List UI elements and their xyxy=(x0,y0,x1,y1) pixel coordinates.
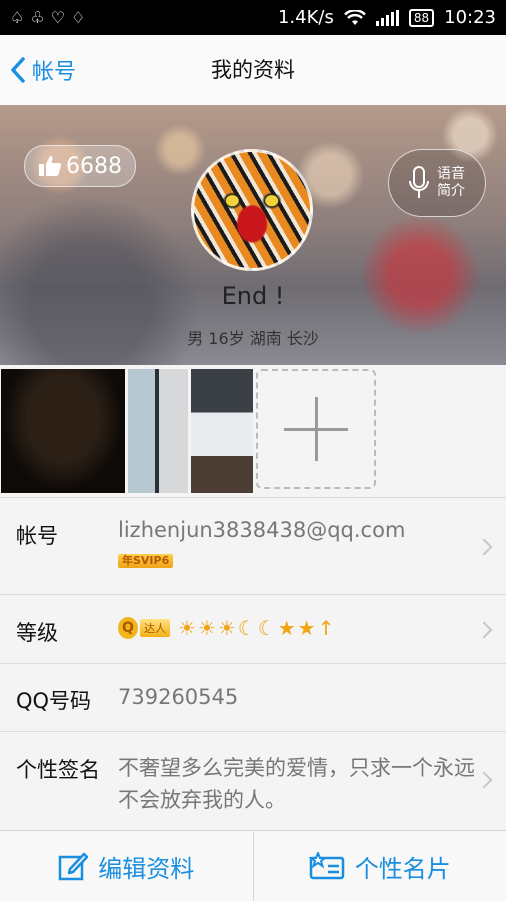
bottom-bar: 编辑资料 个性名片 xyxy=(0,830,506,901)
back-button[interactable]: 帐号 xyxy=(10,35,76,105)
nickname: End ! xyxy=(0,282,506,310)
photo-thumbnail[interactable] xyxy=(1,369,125,493)
sun-icon: ☀ xyxy=(198,615,216,641)
moon-icon: ☾ xyxy=(238,615,256,641)
avatar[interactable] xyxy=(191,149,313,271)
qq-number-label: QQ号码 xyxy=(16,685,91,715)
level-badge: Q 达人 xyxy=(118,617,170,639)
network-speed: 1.4K/s xyxy=(278,7,334,28)
profile-banner[interactable]: 6688 语音 简介 End ! 男 16岁 湖南 长沙 xyxy=(0,105,506,365)
star-icon: ★ xyxy=(298,615,316,641)
battery-icon: 88 xyxy=(409,9,434,27)
thumbs-up-icon xyxy=(38,155,62,177)
profile-card-button[interactable]: 个性名片 xyxy=(253,831,506,901)
heart-icon: ♡ xyxy=(51,8,65,27)
edit-profile-button[interactable]: 编辑资料 xyxy=(0,831,253,901)
chevron-left-icon xyxy=(10,56,26,84)
card-icon xyxy=(309,852,345,880)
wifi-icon xyxy=(344,10,366,26)
back-label: 帐号 xyxy=(32,54,76,86)
account-label: 帐号 xyxy=(16,520,58,550)
chevron-right-icon xyxy=(476,622,493,639)
moon-icon: ☾ xyxy=(258,615,276,641)
daren-badge: 达人 xyxy=(140,619,170,637)
club-icon: ♧ xyxy=(30,8,44,27)
voice-intro-button[interactable]: 语音 简介 xyxy=(388,149,486,217)
photo-thumbnail[interactable] xyxy=(128,369,188,493)
nav-bar: 我的资料 帐号 xyxy=(0,35,506,106)
profile-card-label: 个性名片 xyxy=(355,849,451,884)
account-value: lizhenjun3838438@qq.com xyxy=(118,518,405,542)
sun-icon: ☀ xyxy=(178,615,196,641)
qq-number-row: QQ号码 739260545 xyxy=(0,663,506,732)
like-button[interactable]: 6688 xyxy=(24,145,136,187)
photo-strip xyxy=(0,365,506,497)
status-bar: ♤ ♧ ♡ ♢ 1.4K/s 88 10:23 xyxy=(0,0,506,35)
qq-number-value: 739260545 xyxy=(118,685,238,709)
microphone-icon xyxy=(409,166,429,200)
signature-label: 个性签名 xyxy=(16,754,100,784)
level-label: 等级 xyxy=(16,617,58,647)
star-icon: ★ xyxy=(278,615,296,641)
level-icons: ☀ ☀ ☀ ☾ ☾ ★ ★ ↑ xyxy=(178,615,334,641)
signature-value: 不奢望多么完美的爱情，只求一个永远不会放弃我的人。 xyxy=(118,752,483,816)
svip-badge: 年SVIP6 xyxy=(118,554,173,568)
add-photo-button[interactable] xyxy=(256,369,376,489)
profile-meta: 男 16岁 湖南 长沙 xyxy=(0,325,506,349)
edit-profile-label: 编辑资料 xyxy=(98,849,194,884)
arrow-up-icon: ↑ xyxy=(318,615,335,641)
edit-icon xyxy=(58,851,88,881)
sun-icon: ☀ xyxy=(218,615,236,641)
voice-label-2: 简介 xyxy=(437,183,465,200)
notification-icons: ♤ ♧ ♡ ♢ xyxy=(10,8,85,27)
photo-thumbnail[interactable] xyxy=(191,369,253,493)
voice-label-1: 语音 xyxy=(437,166,465,183)
spade-icon: ♤ xyxy=(10,8,24,27)
qq-crown-icon: Q xyxy=(118,617,138,639)
clock: 10:23 xyxy=(444,7,496,28)
signal-icon xyxy=(376,10,399,26)
chevron-right-icon xyxy=(476,539,493,556)
like-count: 6688 xyxy=(66,154,122,179)
plus-icon xyxy=(284,397,348,461)
level-row[interactable]: 等级 Q 达人 ☀ ☀ ☀ ☾ ☾ ★ ★ ↑ xyxy=(0,594,506,664)
signature-row[interactable]: 个性签名 不奢望多么完美的爱情，只求一个永远不会放弃我的人。 xyxy=(0,731,506,831)
diamond-icon: ♢ xyxy=(71,8,85,27)
account-row[interactable]: 帐号 lizhenjun3838438@qq.com 年SVIP6 xyxy=(0,497,506,595)
